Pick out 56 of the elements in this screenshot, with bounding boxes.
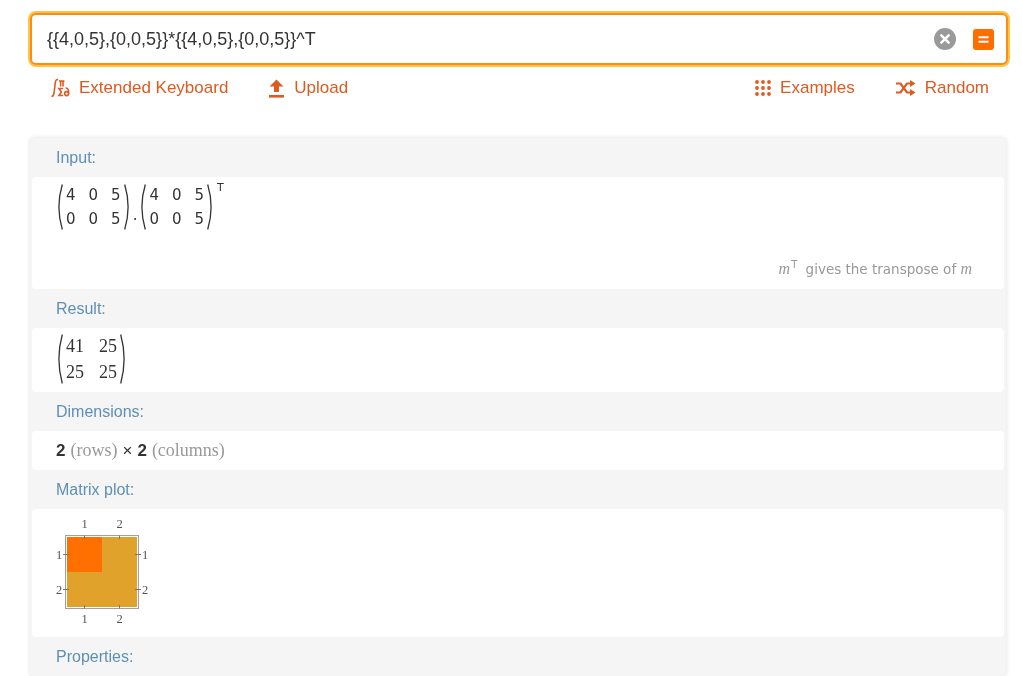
tick-label: 1 xyxy=(81,517,88,531)
matrix-entry: 0 xyxy=(171,209,182,229)
left-parenthesis-icon xyxy=(139,184,147,230)
matrix-entry: 5 xyxy=(194,185,205,205)
dimension-unit: (rows) xyxy=(70,440,118,461)
pod-title: Matrix plot: xyxy=(56,480,135,499)
dot-operator: . xyxy=(132,206,138,224)
clear-button[interactable] xyxy=(934,28,956,50)
shuffle-icon xyxy=(894,80,916,96)
matrix-entry: 25 xyxy=(66,361,84,383)
upload-icon xyxy=(268,78,286,98)
matrix-entry: 0 xyxy=(88,209,99,229)
matrix-entry: 25 xyxy=(99,335,117,357)
tick-label: 2 xyxy=(116,612,123,626)
right-parenthesis-icon xyxy=(207,184,215,230)
toolbar-link[interactable]: Extended Keyboard xyxy=(50,78,229,98)
matrix-entry: 0 xyxy=(66,209,76,229)
toolbar-link[interactable]: Random xyxy=(894,78,989,98)
dot-grid-icon xyxy=(755,80,772,96)
right-parenthesis-icon xyxy=(123,184,131,230)
matrix-entry: 5 xyxy=(111,209,121,229)
matrix-entry: 0 xyxy=(149,209,159,229)
equals-icon xyxy=(973,28,994,50)
tick-label: 2 xyxy=(116,517,123,531)
matrix-entry: 25 xyxy=(99,361,117,383)
matrix-entry: 5 xyxy=(111,185,121,205)
right-parenthesis-icon xyxy=(120,334,127,384)
tick-label: 2 xyxy=(141,583,149,597)
matrix-entry: 0 xyxy=(88,185,99,205)
dimension-value: 2 xyxy=(56,441,66,461)
times-sign: × xyxy=(122,441,133,461)
matrix-entry: 0 xyxy=(171,185,182,205)
pod-title: Result: xyxy=(56,299,106,318)
pod-title: Properties: xyxy=(56,647,134,666)
compute-button[interactable] xyxy=(973,28,994,50)
pod-title: Input: xyxy=(56,148,97,167)
toolbar-link[interactable]: Upload xyxy=(268,78,349,98)
math-symbols-icon xyxy=(50,78,70,98)
tick-label: 1 xyxy=(56,548,63,562)
left-parenthesis-icon xyxy=(56,184,63,230)
search-field[interactable]: {{4,0,5},{0,0,5}}*{{4,0,5},{0,0,5}}^T xyxy=(30,13,1008,65)
transpose-note: m$^{T}$ gives the transpose of m xyxy=(778,258,972,277)
left-parenthesis-icon xyxy=(56,334,63,384)
toolbar-link[interactable]: Examples xyxy=(755,78,855,98)
tick-label: 1 xyxy=(81,612,88,626)
matrix-entry: 5 xyxy=(194,209,205,229)
dimension-value: 2 xyxy=(137,441,147,461)
tick-label: 1 xyxy=(141,548,149,562)
dimension-unit: (columns) xyxy=(151,440,225,461)
matrix-entry: 4 xyxy=(149,185,159,205)
tick-label: 2 xyxy=(56,583,63,597)
close-icon xyxy=(934,28,956,50)
matrix-entry: 4 xyxy=(66,185,76,205)
matrix-entry: 41 xyxy=(66,335,84,357)
pod-title: Dimensions: xyxy=(56,402,145,421)
transpose-superscript: T xyxy=(217,181,224,194)
